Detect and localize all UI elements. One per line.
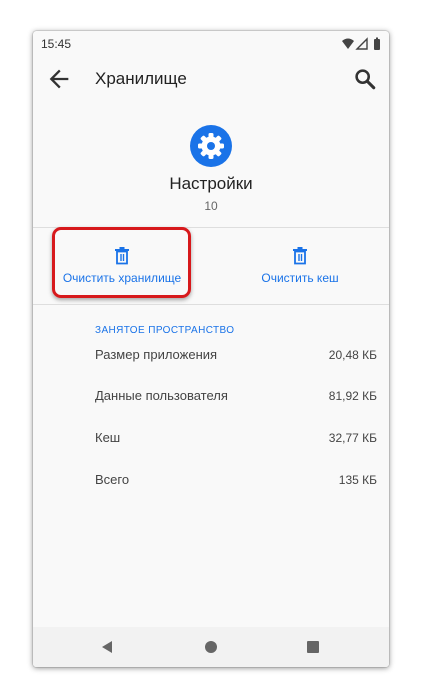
- row-value: 20,48 КБ: [328, 348, 377, 362]
- trash-icon: [293, 247, 307, 265]
- row-label: Всего: [95, 472, 130, 487]
- storage-row: Данные пользователя 81,92 КБ: [95, 388, 377, 408]
- navigation-bar: [33, 627, 389, 667]
- search-icon: [355, 69, 376, 90]
- wifi-icon: [342, 38, 354, 49]
- back-button[interactable]: [45, 65, 73, 93]
- status-bar: 15:45: [33, 31, 389, 57]
- row-label: Размер приложения: [95, 347, 218, 362]
- nav-recents-icon[interactable]: [305, 639, 321, 655]
- row-value: 135 КБ: [338, 473, 377, 487]
- nav-home-icon[interactable]: [203, 639, 219, 655]
- app-version: 10: [204, 199, 218, 213]
- status-time: 15:45: [41, 37, 72, 51]
- app-bar: Хранилище: [33, 57, 389, 103]
- nav-back-icon[interactable]: [99, 639, 115, 655]
- storage-row: Размер приложения 20,48 КБ: [95, 347, 377, 367]
- signal-icon: [355, 37, 368, 50]
- highlight-frame: [52, 227, 191, 298]
- search-button[interactable]: [351, 65, 379, 93]
- row-label: Кеш: [95, 430, 121, 445]
- row-value: 81,92 КБ: [328, 389, 377, 403]
- row-value: 32,77 КБ: [328, 431, 377, 445]
- storage-row: Всего 135 КБ: [95, 472, 377, 492]
- section-header: ЗАНЯТОЕ ПРОСТРАНСТВО: [95, 325, 235, 336]
- settings-app-icon: [190, 125, 232, 167]
- app-name: Настройки: [169, 174, 253, 193]
- status-icons: [342, 37, 380, 50]
- settings-gear-icon: [198, 133, 224, 159]
- page-title: Хранилище: [95, 69, 187, 88]
- divider: [33, 304, 389, 305]
- row-label: Данные пользователя: [95, 388, 228, 403]
- back-arrow-icon: [49, 69, 69, 89]
- phone-screen: 15:45 Хранилище Настройки 10 Очистить хр…: [33, 31, 389, 667]
- storage-row: Кеш 32,77 КБ: [95, 430, 377, 450]
- clear-cache-button[interactable]: Очистить кеш: [211, 241, 389, 301]
- clear-cache-label: Очистить кеш: [261, 271, 339, 285]
- battery-icon: [374, 39, 380, 50]
